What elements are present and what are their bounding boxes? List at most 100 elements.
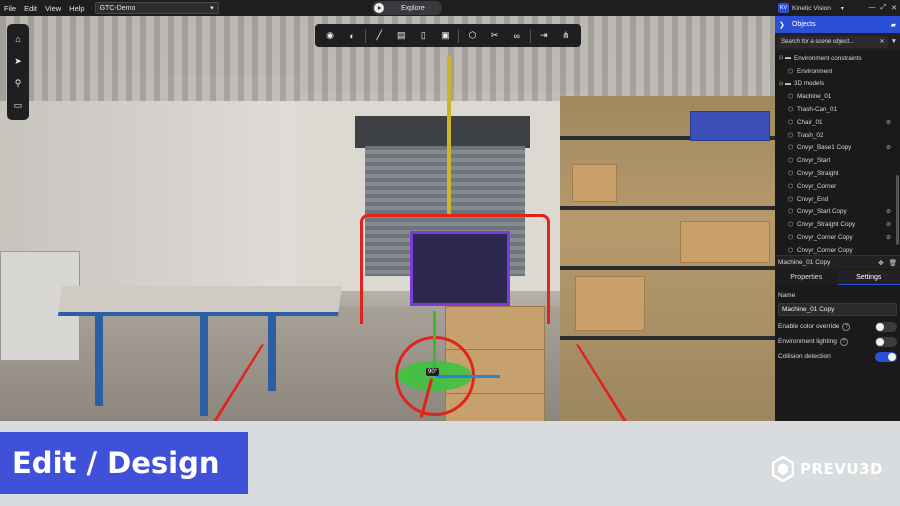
tree-item-label: Cnvyr_Corner Copy xyxy=(797,246,853,254)
brand-name: PREVU3D xyxy=(800,460,883,478)
menu-view[interactable]: View xyxy=(41,4,65,13)
hidden-eye-icon[interactable]: ⊘ xyxy=(886,221,891,228)
folder-icon: ▬ xyxy=(785,55,791,62)
menu-help[interactable]: Help xyxy=(65,4,88,13)
search-placeholder: Search for a scene object... xyxy=(781,38,855,45)
color-override-toggle[interactable] xyxy=(875,321,897,332)
minimize-icon[interactable]: — xyxy=(869,4,876,12)
machine-model[interactable] xyxy=(410,231,510,306)
shelf-beam xyxy=(560,336,775,340)
project-dropdown[interactable]: GTC-Demo ▾ xyxy=(94,2,219,14)
cube-icon[interactable]: ⬡ xyxy=(464,27,482,45)
cube-icon: ⬡ xyxy=(788,107,794,114)
tree-item[interactable]: ⬡ Cnvyr_Corner xyxy=(775,180,900,193)
menu-bar: File Edit View Help GTC-Demo ▾ Explore xyxy=(0,0,775,16)
tree-item[interactable]: ⬡ Machine_01 xyxy=(775,90,900,103)
export-icon[interactable]: ⇥ xyxy=(535,27,553,45)
document-icon[interactable]: ▯ xyxy=(414,27,432,45)
chevron-down-icon[interactable]: ▾ xyxy=(841,5,844,12)
bag-icon[interactable]: ▣ xyxy=(436,27,454,45)
gizmo-y-axis[interactable] xyxy=(433,311,436,373)
tree-item-label: 3D models xyxy=(794,80,825,88)
link-icon[interactable]: ∞ xyxy=(508,27,526,45)
scene-box xyxy=(680,221,770,263)
tree-item[interactable]: ⬡ Cnvyr_Straight Copy ⊘ xyxy=(775,218,900,231)
tree-item[interactable]: ⬡ Cnvyr_Start Copy ⊘ xyxy=(775,206,900,219)
comment-icon[interactable]: ▤ xyxy=(392,27,410,45)
share-icon[interactable]: ⋔ xyxy=(557,27,575,45)
play-icon xyxy=(374,3,384,13)
add-folder-icon[interactable]: ▰ xyxy=(891,21,896,29)
shelf-beam xyxy=(560,266,775,270)
navigate-icon[interactable]: ➤ xyxy=(10,53,26,69)
explore-button[interactable]: Explore xyxy=(372,1,442,15)
objects-header: ❯ Objects ▰ xyxy=(775,16,900,33)
delete-icon[interactable]: 🗑 xyxy=(889,259,897,267)
scene-viewport[interactable]: 90° xyxy=(0,16,775,421)
search-input[interactable]: Search for a scene object... ✕ xyxy=(778,35,888,48)
search-row: Search for a scene object... ✕ ▼ xyxy=(775,33,900,50)
scene-box xyxy=(572,164,617,202)
tree-item[interactable]: ⬡ Trash_02 xyxy=(775,129,900,142)
tree-item[interactable]: ⬡ Cnvyr_Start xyxy=(775,154,900,167)
menu-edit[interactable]: Edit xyxy=(20,4,41,13)
gizmo-x-axis[interactable] xyxy=(436,375,500,378)
project-name: GTC-Demo xyxy=(99,4,136,12)
vr-headset-icon[interactable]: ▭ xyxy=(10,97,26,113)
filter-icon[interactable]: ▼ xyxy=(891,38,897,45)
tree-item[interactable]: ⬡ Cnvyr_End xyxy=(775,193,900,206)
scene-box xyxy=(690,111,770,141)
hidden-eye-icon[interactable]: ⊘ xyxy=(886,234,891,241)
cut-icon[interactable]: ✂ xyxy=(486,27,504,45)
tree-item-label: Trash-Can_01 xyxy=(797,106,838,114)
tree-item-label: Chair_01 xyxy=(797,118,823,126)
tree-item[interactable]: ⬡ Environment xyxy=(775,65,900,78)
toolbar-divider xyxy=(529,28,531,43)
tab-settings[interactable]: Settings xyxy=(837,270,900,285)
measure-icon[interactable]: ╱ xyxy=(370,27,388,45)
name-field[interactable]: Machine_01 Copy xyxy=(778,303,897,316)
home-icon[interactable]: ⌂ xyxy=(10,31,26,47)
tree-item[interactable]: ⬡ Cnvyr_Base1 Copy ⊘ xyxy=(775,142,900,155)
tree-item[interactable]: ⬡ Trash-Can_01 xyxy=(775,103,900,116)
setting-collision-detection: Collision detection xyxy=(778,349,897,364)
environment-lighting-toggle[interactable] xyxy=(875,336,897,347)
close-icon[interactable]: ✕ xyxy=(891,4,897,12)
setting-color-override: Enable color override ? xyxy=(778,319,897,334)
hidden-eye-icon[interactable]: ⊘ xyxy=(886,208,891,215)
collision-detection-toggle[interactable] xyxy=(875,351,897,362)
tree-item[interactable]: ⬡ Cnvyr_Corner Copy ⊘ xyxy=(775,231,900,244)
cube-icon: ⬡ xyxy=(788,183,794,190)
setting-label: Environment lighting xyxy=(778,338,837,345)
tree-folder[interactable]: ⊟ ▬ 3D models xyxy=(775,78,900,91)
tree-item-label: Cnvyr_Base1 Copy xyxy=(797,144,852,152)
toolbar-divider xyxy=(365,28,367,43)
tab-properties[interactable]: Properties xyxy=(775,270,838,285)
window-controls: — ⤢ ✕ xyxy=(869,4,897,12)
selection-bar: Machine_01 Copy ✥ 🗑 xyxy=(775,255,900,269)
tree-item[interactable]: ⬡ Cnvyr_Straight xyxy=(775,167,900,180)
maximize-icon[interactable]: ⤢ xyxy=(881,4,887,12)
hidden-eye-icon[interactable]: ⊘ xyxy=(886,144,891,151)
contrast-icon[interactable]: ◐ xyxy=(343,27,361,45)
tree-folder[interactable]: ⊟ ▬ Environment constraints xyxy=(775,52,900,65)
tree-scrollbar[interactable] xyxy=(896,175,899,245)
account-name[interactable]: Kinetic Vision xyxy=(792,5,831,12)
help-icon[interactable]: ? xyxy=(842,322,851,331)
cube-icon: ⬡ xyxy=(788,68,794,75)
gizmo-angle-label: 90° xyxy=(426,368,440,376)
clear-icon[interactable]: ✕ xyxy=(880,38,885,45)
chevron-right-icon[interactable]: ❯ xyxy=(779,21,785,29)
menu-file[interactable]: File xyxy=(0,4,20,13)
avatar[interactable]: KV xyxy=(778,3,789,13)
tree-item[interactable]: ⬡ Chair_01 ⊘ xyxy=(775,116,900,129)
toolbar-divider xyxy=(458,28,460,43)
name-label: Name xyxy=(778,292,796,299)
walk-icon[interactable]: ⚲ xyxy=(10,75,26,91)
help-icon[interactable]: ? xyxy=(839,337,848,346)
visibility-icon[interactable]: ◉ xyxy=(321,27,339,45)
move-icon[interactable]: ✥ xyxy=(878,259,883,267)
hidden-eye-icon[interactable]: ⊘ xyxy=(886,119,891,126)
cube-icon: ⬡ xyxy=(788,145,794,152)
tree-item-label: Cnvyr_Straight xyxy=(797,170,839,178)
